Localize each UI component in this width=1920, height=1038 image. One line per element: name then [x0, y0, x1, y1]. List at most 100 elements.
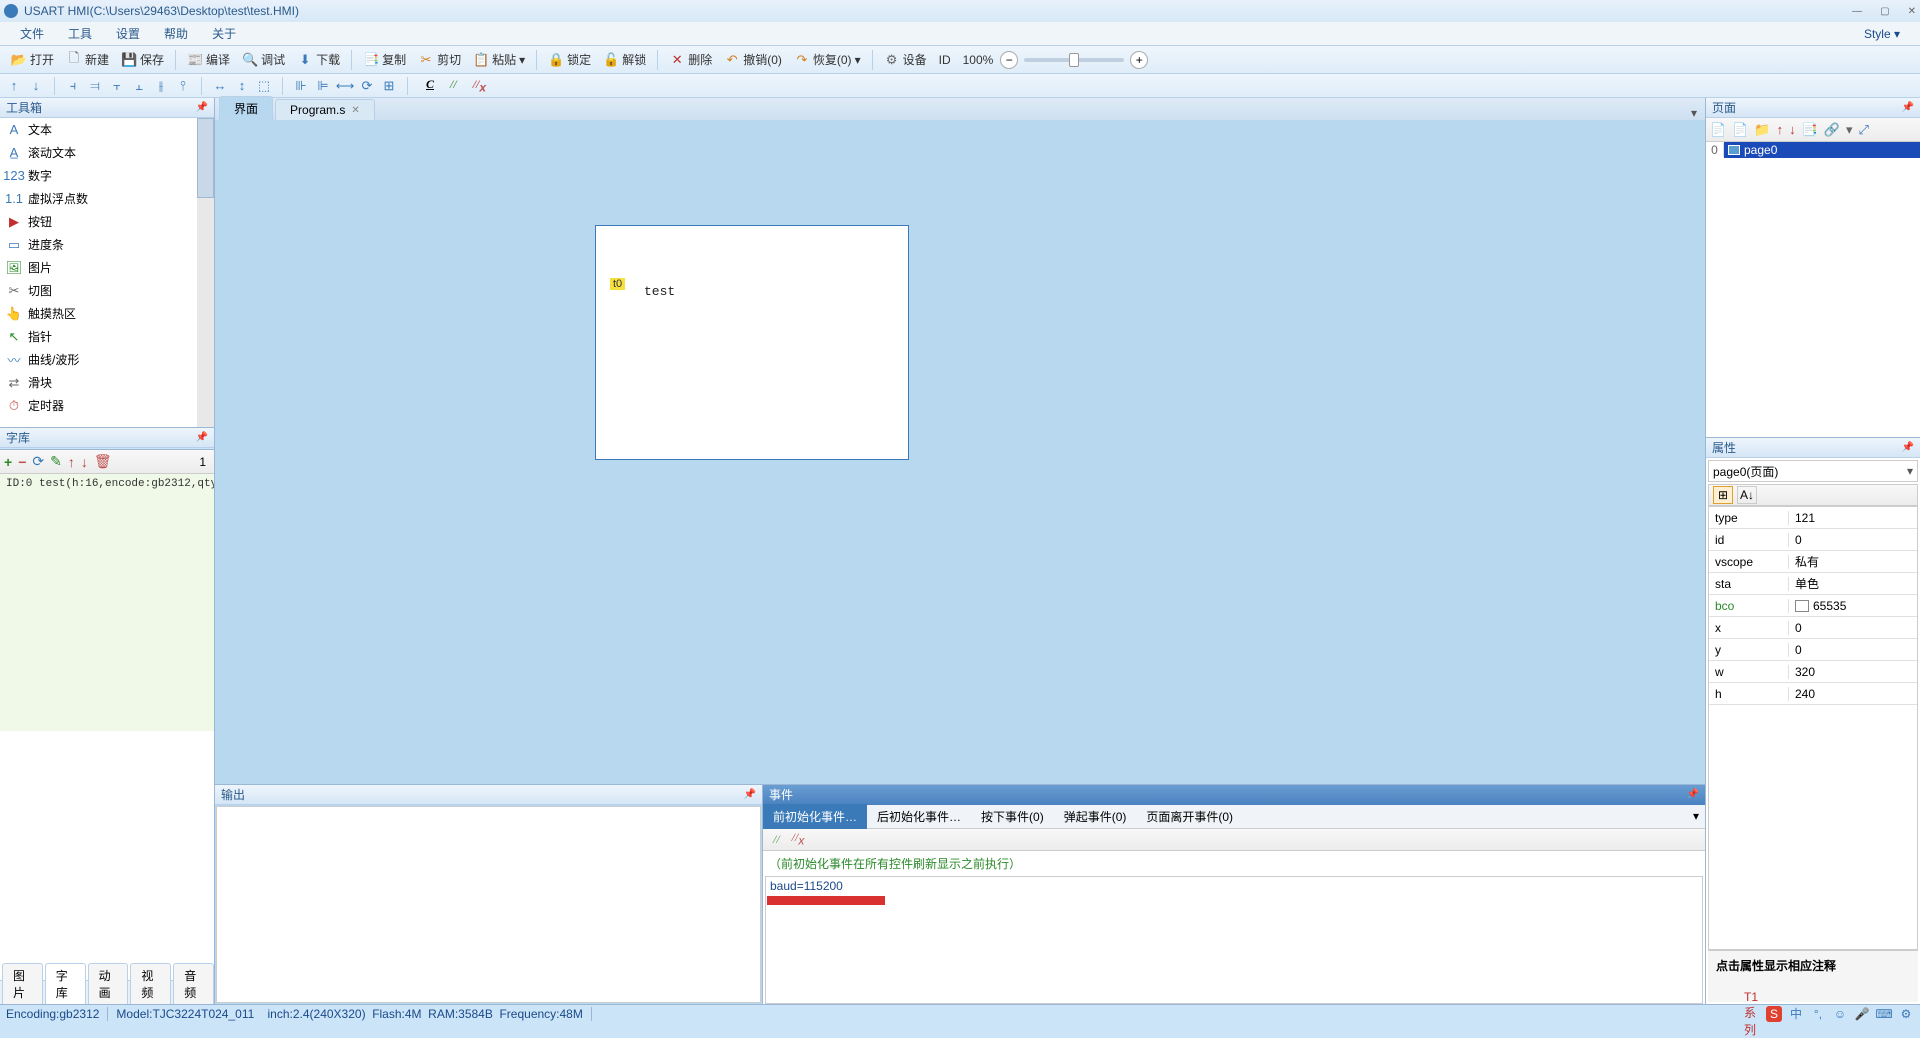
toolbox-item[interactable]: A文本	[0, 118, 214, 141]
toolbox-item[interactable]: ↖指针	[0, 325, 214, 348]
pin-icon[interactable]: 📌	[1687, 789, 1699, 800]
prop-value[interactable]: 121	[1789, 511, 1917, 525]
align-vcenter-icon[interactable]: ⫯	[175, 78, 191, 94]
uncomment-button[interactable]: //x	[467, 75, 492, 96]
menu-style[interactable]: Style ▾	[1852, 25, 1912, 43]
event-tabs-dropdown-icon[interactable]: ▾	[1693, 809, 1699, 823]
font-remove-button[interactable]: −	[18, 454, 26, 470]
device-screen[interactable]: t0 test	[595, 225, 909, 460]
prop-value[interactable]: 0	[1789, 533, 1917, 547]
device-button[interactable]: ⚙设备	[879, 49, 932, 70]
output-body[interactable]	[216, 806, 761, 1003]
toolbox-item[interactable]: ✂切图	[0, 279, 214, 302]
prop-value[interactable]: 单色	[1789, 575, 1917, 592]
page-row[interactable]: 0 page0	[1706, 142, 1920, 158]
maximize-button[interactable]: ▢	[1880, 6, 1889, 17]
prop-value[interactable]: 65535	[1789, 599, 1917, 613]
props-row[interactable]: vscope私有	[1709, 551, 1917, 573]
menu-file[interactable]: 文件	[8, 23, 56, 44]
page-expand-icon[interactable]: ⤢	[1858, 122, 1868, 138]
menu-about[interactable]: 关于	[200, 23, 248, 44]
cut-button[interactable]: ✂剪切	[413, 49, 466, 70]
toolbox-item[interactable]: 123数字	[0, 164, 214, 187]
paste-button[interactable]: 📋粘贴▾	[468, 49, 530, 70]
font-up-button[interactable]: ↑	[68, 454, 75, 470]
prop-value[interactable]: 240	[1789, 687, 1917, 701]
menu-help[interactable]: 帮助	[152, 23, 200, 44]
code-line[interactable]: baud=115200	[766, 877, 1702, 896]
props-row[interactable]: sta单色	[1709, 573, 1917, 595]
tab-press[interactable]: 按下事件(0)	[971, 804, 1054, 829]
code-c-button[interactable]: C	[420, 75, 440, 96]
open-button[interactable]: 📂打开	[6, 49, 59, 70]
tab-design[interactable]: 界面	[219, 96, 273, 120]
lock-button[interactable]: 🔒锁定	[543, 49, 596, 70]
prop-value[interactable]: 私有	[1789, 553, 1917, 570]
pin-icon[interactable]: 📌	[196, 102, 208, 113]
tab-font[interactable]: 字库	[45, 963, 86, 1004]
download-button[interactable]: ⬇下载	[292, 49, 345, 70]
toolbox-item[interactable]: 1.1虚拟浮点数	[0, 187, 214, 210]
toolbox-item[interactable]: ▭进度条	[0, 233, 214, 256]
new-button[interactable]: 🗋新建	[61, 49, 114, 70]
tab-release[interactable]: 弹起事件(0)	[1054, 804, 1137, 829]
toolbox-scrollbar[interactable]	[197, 118, 214, 427]
event-uncomment-button[interactable]: //x	[788, 830, 809, 847]
compile-button[interactable]: 📰编译	[182, 49, 235, 70]
prop-value[interactable]: 0	[1789, 643, 1917, 657]
font-add-button[interactable]: +	[4, 454, 12, 470]
copy-button[interactable]: 📑复制	[358, 49, 411, 70]
page-folder-icon[interactable]: 📁	[1754, 122, 1770, 138]
tabs-dropdown-icon[interactable]: ▾	[1691, 106, 1697, 120]
tab-preinit[interactable]: 前初始化事件…	[763, 804, 867, 829]
ime-emoji-icon[interactable]: ☺	[1832, 1006, 1848, 1022]
prop-value[interactable]: 0	[1789, 621, 1917, 635]
toolbox-item[interactable]: ⏱定时器	[0, 394, 214, 417]
redo-button[interactable]: ↷恢复(0)▾	[789, 49, 866, 70]
close-button[interactable]: ✕	[1908, 6, 1916, 17]
id-button[interactable]: ID	[934, 51, 956, 69]
tab-video[interactable]: 视频	[130, 963, 171, 1004]
arrow-up-icon[interactable]: ↑	[6, 78, 22, 94]
save-button[interactable]: 💾保存	[116, 49, 169, 70]
font-edit-button[interactable]: ✎	[50, 453, 62, 470]
tab-postinit[interactable]: 后初始化事件…	[867, 804, 971, 829]
page-up-icon[interactable]: ↑	[1777, 122, 1784, 137]
pin-icon[interactable]: 📌	[1902, 442, 1914, 453]
tab-leave[interactable]: 页面离开事件(0)	[1136, 804, 1243, 829]
page-dropdown-icon[interactable]: ▾	[1846, 122, 1853, 138]
zoom-in-button[interactable]: +	[1130, 51, 1148, 69]
component-t0-text[interactable]: test	[644, 284, 675, 299]
tab-audio[interactable]: 音频	[173, 963, 214, 1004]
props-row[interactable]: bco65535	[1709, 595, 1917, 617]
props-row[interactable]: id0	[1709, 529, 1917, 551]
ime-mic-icon[interactable]: 🎤	[1854, 1006, 1870, 1022]
font-delete-button[interactable]: 🗑	[94, 453, 112, 470]
page-item-page0[interactable]: page0	[1724, 142, 1920, 158]
paste-dropdown-icon[interactable]: ▾	[519, 53, 525, 67]
props-row[interactable]: y0	[1709, 639, 1917, 661]
toolbox-item[interactable]: 🖼图片	[0, 256, 214, 279]
ime-sogou-icon[interactable]: S	[1766, 1006, 1782, 1022]
props-row[interactable]: w320	[1709, 661, 1917, 683]
props-selector[interactable]: page0(页面) ▾	[1708, 460, 1918, 482]
toolbox-item[interactable]: ⇄滑块	[0, 371, 214, 394]
grid-icon[interactable]: ⊞	[381, 78, 397, 94]
close-tab-icon[interactable]: ✕	[351, 105, 359, 116]
delete-button[interactable]: ✕删除	[664, 49, 717, 70]
props-row[interactable]: h240	[1709, 683, 1917, 705]
page-link-icon[interactable]: 🔗	[1824, 122, 1840, 138]
menu-tool[interactable]: 工具	[56, 23, 104, 44]
event-code-editor[interactable]: baud=115200	[765, 876, 1703, 1004]
same-width-icon[interactable]: ↔	[212, 78, 228, 94]
ime-keyboard-icon[interactable]: ⌨	[1876, 1006, 1892, 1022]
page-add-icon[interactable]: 📄	[1710, 122, 1726, 138]
chevron-down-icon[interactable]: ▾	[1907, 464, 1913, 478]
zoom-out-button[interactable]: −	[1000, 51, 1018, 69]
unlock-button[interactable]: 🔓解锁	[598, 49, 651, 70]
pin-icon[interactable]: 📌	[196, 432, 208, 443]
font-down-button[interactable]: ↓	[81, 454, 88, 470]
distribute-h-icon[interactable]: ⊪	[293, 78, 309, 94]
flip-h-icon[interactable]: ⟷	[337, 78, 353, 94]
props-categorized-button[interactable]: ⊞	[1713, 486, 1733, 504]
